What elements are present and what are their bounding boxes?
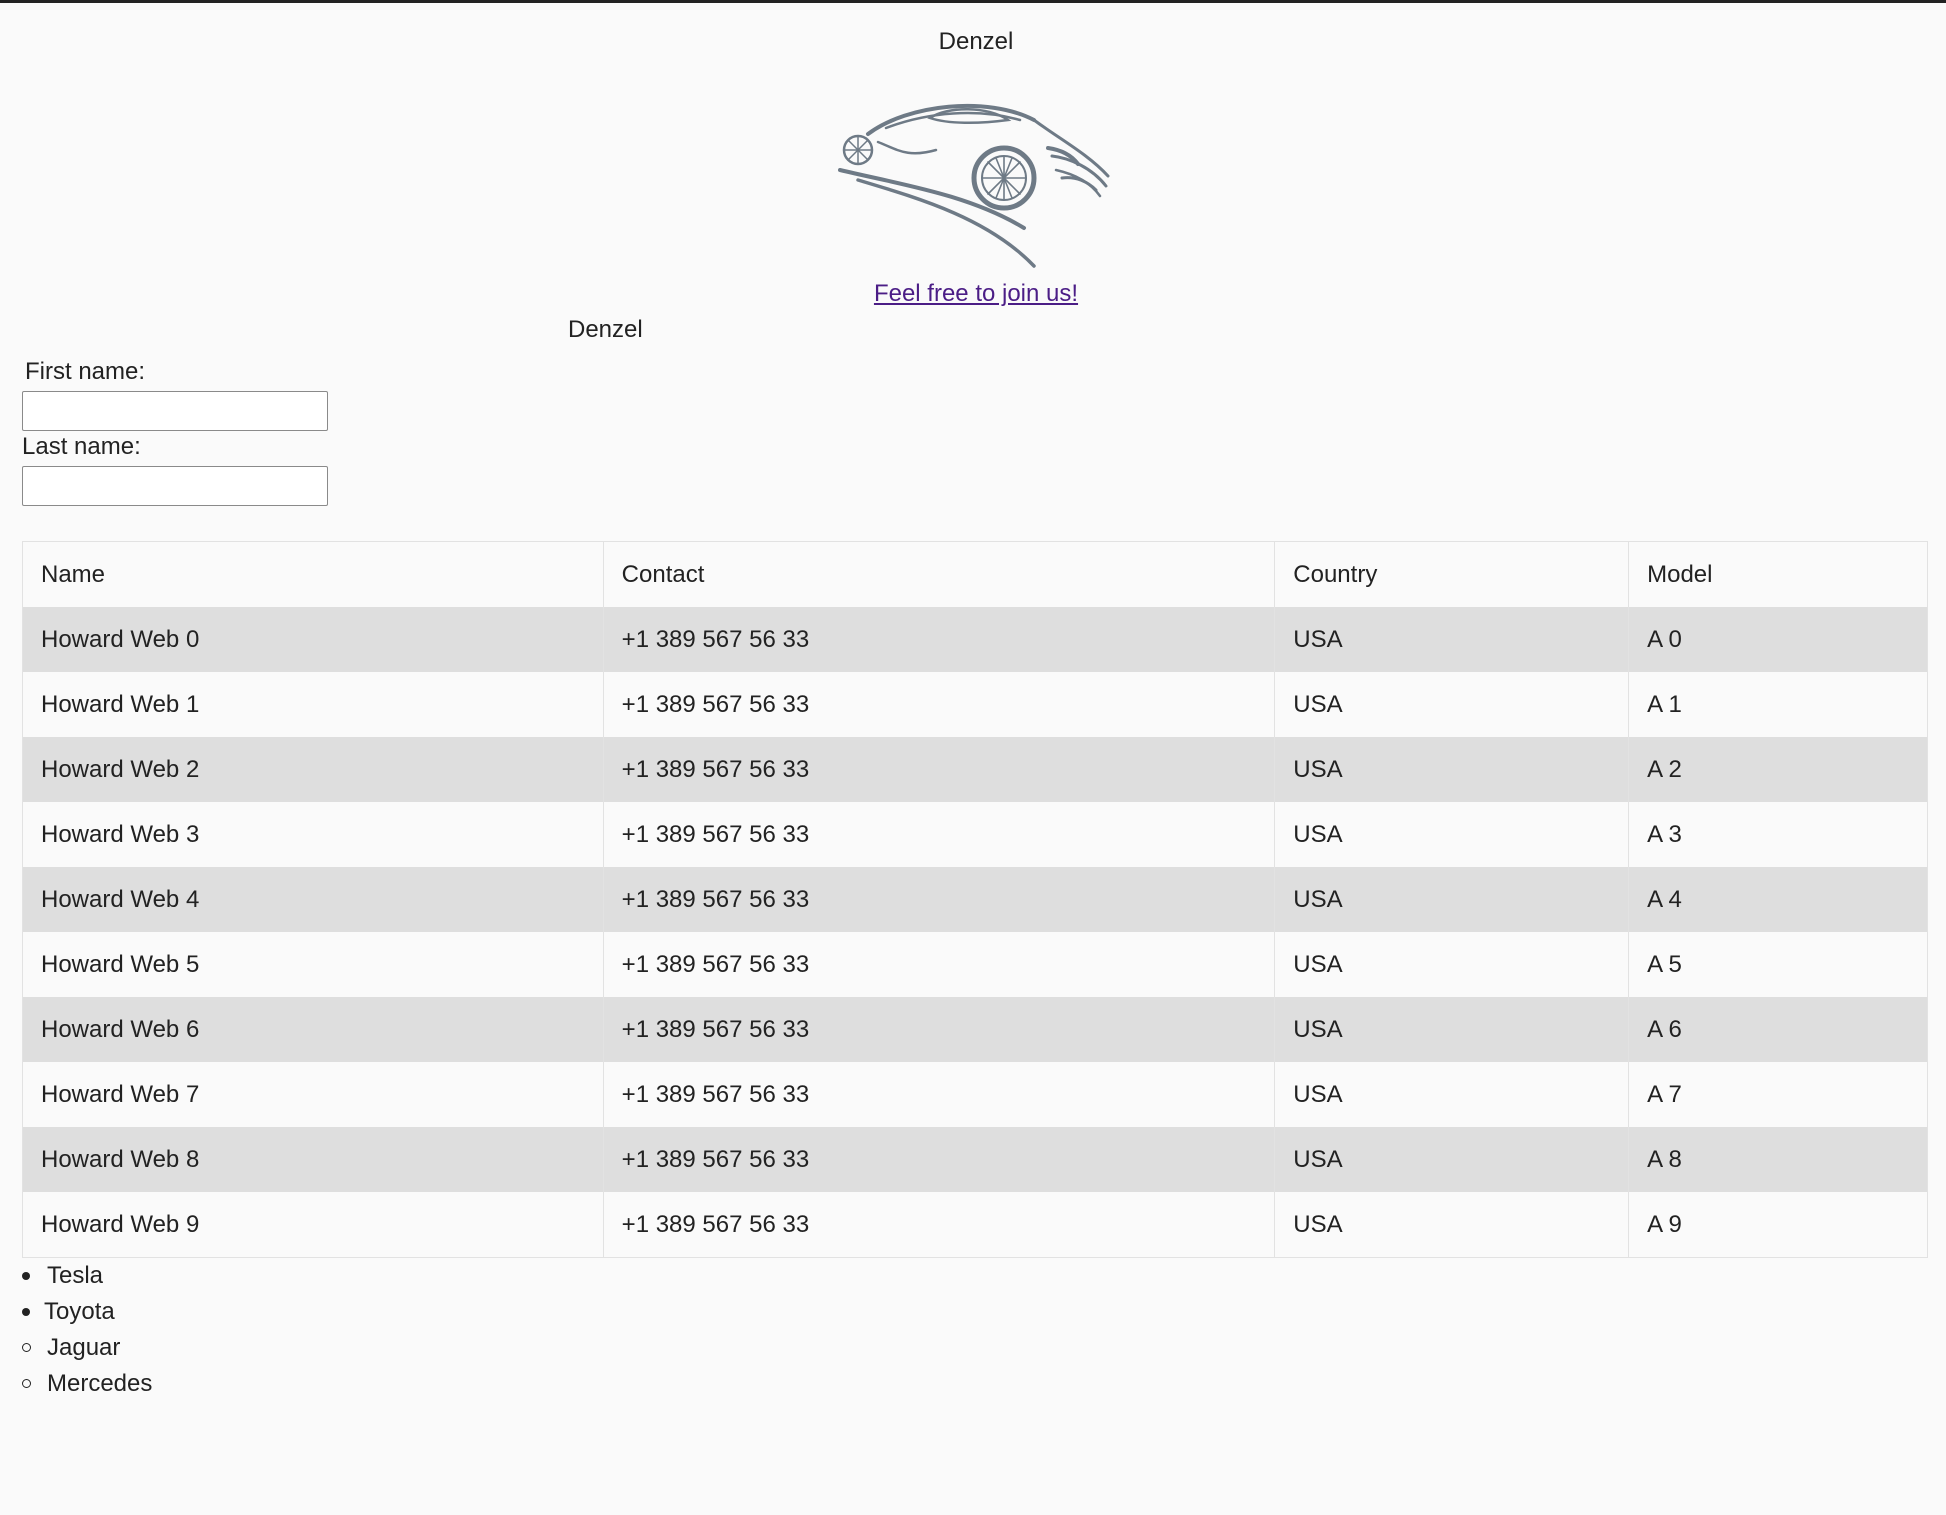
- cell-contact: +1 389 567 56 33: [602, 932, 1275, 997]
- table-row: Howard Web 0 +1 389 567 56 33 USA A 0: [22, 607, 1928, 672]
- column-header-contact: Contact: [602, 541, 1275, 607]
- table-row: Howard Web 7 +1 389 567 56 33 USA A 7: [22, 1062, 1928, 1127]
- cell-model: A 3: [1628, 802, 1928, 867]
- join-link-container: Feel free to join us!: [0, 280, 1946, 308]
- cell-name: Howard Web 8: [41, 1145, 200, 1173]
- form-title: Denzel: [568, 316, 643, 343]
- list-item: Jaguar: [22, 1330, 152, 1366]
- contacts-table: Name Contact Country Model Howard Web 0 …: [22, 541, 1928, 1258]
- cell-name: Howard Web 3: [41, 820, 200, 848]
- last-name-input[interactable]: [22, 466, 328, 506]
- cell-country: USA: [1274, 737, 1629, 802]
- cell-model: A 1: [1628, 672, 1928, 737]
- site-title: Denzel: [938, 28, 1014, 55]
- list-item: Toyota: [22, 1294, 152, 1330]
- car-brand-list: Tesla Toyota Jaguar Mercedes: [22, 1258, 152, 1402]
- cell-contact: +1 389 567 56 33: [602, 672, 1275, 737]
- cell-contact: +1 389 567 56 33: [602, 607, 1275, 672]
- cell-name: Howard Web 7: [41, 1080, 200, 1108]
- list-item: Tesla: [22, 1258, 152, 1294]
- join-link[interactable]: Feel free to join us!: [874, 280, 1078, 307]
- table-row: Howard Web 6 +1 389 567 56 33 USA A 6: [22, 997, 1928, 1062]
- table-row: Howard Web 3 +1 389 567 56 33 USA A 3: [22, 802, 1928, 867]
- cell-model: A 0: [1628, 607, 1928, 672]
- table-row: Howard Web 4 +1 389 567 56 33 USA A 4: [22, 867, 1928, 932]
- first-name-label: First name:: [25, 358, 146, 385]
- cell-name: Howard Web 9: [41, 1210, 200, 1238]
- cell-country: USA: [1274, 997, 1629, 1062]
- table-header-row: Name Contact Country Model: [22, 541, 1928, 607]
- table-row: Howard Web 1 +1 389 567 56 33 USA A 1: [22, 672, 1928, 737]
- cell-country: USA: [1274, 1192, 1629, 1258]
- cell-name: Howard Web 2: [41, 755, 200, 783]
- cell-country: USA: [1274, 932, 1629, 997]
- column-header-country: Country: [1274, 541, 1629, 607]
- top-border: [0, 0, 1946, 3]
- cell-model: A 7: [1628, 1062, 1928, 1127]
- cell-contact: +1 389 567 56 33: [602, 802, 1275, 867]
- table-row: Howard Web 8 +1 389 567 56 33 USA A 8: [22, 1127, 1928, 1192]
- column-header-name: Name: [41, 560, 106, 588]
- cell-country: USA: [1274, 802, 1629, 867]
- cell-name: Howard Web 4: [41, 885, 200, 913]
- cell-name: Howard Web 0: [41, 625, 200, 653]
- cell-contact: +1 389 567 56 33: [602, 997, 1275, 1062]
- cell-country: USA: [1274, 1062, 1629, 1127]
- cell-contact: +1 389 567 56 33: [602, 1192, 1275, 1258]
- cell-model: A 6: [1628, 997, 1928, 1062]
- column-header-model: Model: [1628, 541, 1928, 607]
- cell-name: Howard Web 5: [41, 950, 200, 978]
- list-item: Mercedes: [22, 1366, 152, 1402]
- table-row: Howard Web 9 +1 389 567 56 33 USA A 9: [22, 1192, 1928, 1258]
- cell-country: USA: [1274, 1127, 1629, 1192]
- last-name-label: Last name:: [22, 433, 141, 460]
- cell-model: A 5: [1628, 932, 1928, 997]
- table-row: Howard Web 5 +1 389 567 56 33 USA A 5: [22, 932, 1928, 997]
- cell-country: USA: [1274, 867, 1629, 932]
- page: Denzel Feel free to join us! Denzel Firs…: [0, 0, 1946, 1515]
- cell-model: A 8: [1628, 1127, 1928, 1192]
- cell-model: A 9: [1628, 1192, 1928, 1258]
- cell-country: USA: [1274, 672, 1629, 737]
- first-name-input[interactable]: [22, 391, 328, 431]
- cell-model: A 4: [1628, 867, 1928, 932]
- table-row: Howard Web 2 +1 389 567 56 33 USA A 2: [22, 737, 1928, 802]
- cell-contact: +1 389 567 56 33: [602, 1127, 1275, 1192]
- cell-contact: +1 389 567 56 33: [602, 1062, 1275, 1127]
- cell-contact: +1 389 567 56 33: [602, 737, 1275, 802]
- cell-country: USA: [1274, 607, 1629, 672]
- sports-car-logo-icon: [838, 103, 1110, 268]
- cell-name: Howard Web 1: [41, 690, 200, 718]
- cell-model: A 2: [1628, 737, 1928, 802]
- cell-contact: +1 389 567 56 33: [602, 867, 1275, 932]
- contacts-table-wrapper: Name Contact Country Model Howard Web 0 …: [22, 541, 1928, 1258]
- cell-name: Howard Web 6: [41, 1015, 200, 1043]
